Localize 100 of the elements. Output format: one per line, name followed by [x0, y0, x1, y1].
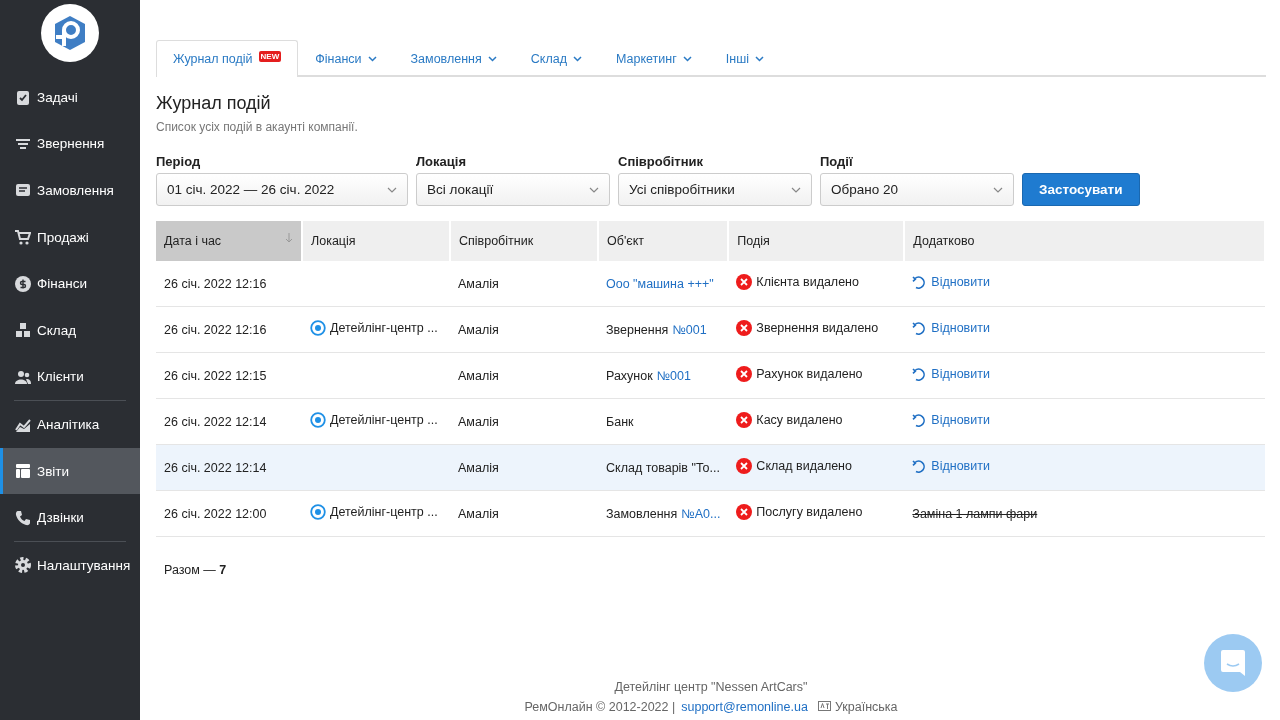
delete-icon: [736, 504, 753, 520]
sidebar-item[interactable]: Звіти: [0, 447, 140, 495]
column-header[interactable]: Дата і час: [156, 221, 302, 261]
undo-icon: [912, 274, 928, 290]
restore-link[interactable]: Відновити: [912, 458, 990, 474]
settings-icon: [15, 557, 31, 574]
event-text: Послугу видалено: [756, 505, 863, 519]
sidebar-item[interactable]: Фінанси: [0, 260, 140, 307]
clipboard-icon: [15, 89, 31, 106]
column-header[interactable]: Локація: [302, 221, 450, 261]
support-email-link[interactable]: support@remonline.ua: [681, 700, 808, 714]
table-cell: 26 січ. 2022 12:14: [156, 444, 302, 491]
sidebar-item[interactable]: Склад: [0, 306, 140, 354]
language-link[interactable]: Українська: [817, 700, 898, 714]
chevron-icon: [387, 186, 397, 193]
location-text: Детейлінг-центр ...: [330, 321, 438, 335]
chevron-icon: [589, 186, 599, 193]
sidebar-item[interactable]: Дзвінки: [0, 494, 140, 541]
object-text: Склад товарів "То...: [606, 460, 720, 475]
table-cell: 26 січ. 2022 12:16: [156, 261, 302, 307]
sidebar-item[interactable]: Аналітика: [0, 401, 140, 448]
object-text: Рахунок: [606, 368, 653, 383]
location-text: Детейлінг-центр ...: [330, 505, 438, 519]
delete-icon: [736, 274, 753, 290]
object-link[interactable]: №А0...: [681, 506, 721, 521]
sidebar-item[interactable]: Звернення: [0, 120, 140, 168]
filter-dropdown[interactable]: Усі співробітники: [618, 173, 812, 206]
page-subtitle: Список усіх подій в акаунті компанії.: [156, 120, 359, 134]
table-cell: 26 січ. 2022 12:15: [156, 352, 302, 399]
cart-icon: [15, 229, 31, 246]
new-badge: NEW: [258, 51, 282, 62]
chevron-icon: [791, 186, 801, 193]
table-cell: Амалія: [450, 261, 598, 307]
undo-icon: [912, 320, 928, 336]
filter-dropdown[interactable]: Обрано 20: [820, 173, 1014, 206]
logo-icon: [41, 4, 99, 62]
event-text: Звернення видалено: [756, 321, 879, 335]
page-title: Журнал подій: [156, 93, 272, 114]
tab[interactable]: Журнал подій NEW: [156, 40, 299, 77]
column-header[interactable]: Подія: [728, 221, 905, 261]
table-cell: 26 січ. 2022 12:14: [156, 398, 302, 445]
restore-link[interactable]: Відновити: [912, 320, 990, 336]
sidebar-item[interactable]: Задачі: [0, 74, 140, 121]
restore-link[interactable]: Відновити: [912, 274, 990, 290]
sidebar-item[interactable]: Замовлення: [0, 167, 140, 214]
filter-label: Локація: [416, 154, 467, 169]
tab[interactable]: Фінанси: [298, 40, 394, 77]
location-icon: [310, 320, 326, 336]
restore-link[interactable]: Відновити: [912, 366, 990, 382]
phone-icon: [15, 509, 31, 526]
location-text: Детейлінг-центр ...: [330, 413, 438, 427]
filter-dropdown[interactable]: Всі локації: [416, 173, 610, 206]
grid-icon: [15, 463, 31, 480]
users-icon: [15, 368, 31, 385]
dollar-icon: [15, 275, 31, 292]
boxes-icon: [15, 322, 31, 339]
table-cell: Амалія: [450, 490, 598, 537]
sort-arrow-icon: [285, 233, 293, 243]
column-header[interactable]: Об'єкт: [598, 221, 729, 261]
undo-icon: [912, 458, 928, 474]
filter-label: Події: [820, 154, 854, 169]
translate-icon: [817, 701, 831, 713]
sidebar-item[interactable]: Налаштування: [0, 541, 140, 589]
object-text: Банк: [606, 414, 634, 429]
table-cell: 26 січ. 2022 12:00: [156, 490, 302, 537]
column-header[interactable]: Співробітник: [450, 221, 598, 261]
tab[interactable]: Інші: [708, 40, 781, 77]
chevron-icon: [993, 186, 1003, 193]
tab[interactable]: Маркетинг: [598, 40, 709, 77]
delete-icon: [736, 458, 753, 474]
apply-button[interactable]: Застосувати: [1022, 173, 1140, 206]
table-cell: 26 січ. 2022 12:16: [156, 306, 302, 353]
delete-icon: [736, 366, 753, 382]
table-cell: Амалія: [450, 398, 598, 445]
column-header[interactable]: Додатково: [904, 221, 1265, 261]
sidebar-item[interactable]: Клієнти: [0, 353, 140, 401]
total-count: Разом — 7: [163, 562, 228, 579]
filter-label: Період: [156, 154, 202, 169]
chat-icon: [1220, 649, 1246, 677]
location-icon: [310, 412, 326, 428]
restore-link[interactable]: Відновити: [912, 412, 990, 428]
sidebar-item[interactable]: Продажі: [0, 213, 140, 261]
table-cell: Амалія: [450, 444, 598, 491]
object-text: Замовлення: [606, 506, 678, 521]
object-link[interactable]: Ооо "машина +++": [606, 276, 714, 291]
filter-dropdown[interactable]: 01 січ. 2022 — 26 січ. 2022: [156, 173, 408, 206]
event-text: Касу видалено: [756, 413, 843, 427]
tab[interactable]: Склад: [513, 40, 599, 77]
inbox-icon: [15, 182, 31, 199]
object-link[interactable]: №001: [656, 368, 691, 383]
location-icon: [310, 504, 326, 520]
event-text: Рахунок видалено: [756, 367, 863, 381]
deleted-service-text: Заміна 1 лампи фари: [912, 506, 1038, 521]
table-cell: Амалія: [450, 352, 598, 399]
tab[interactable]: Замовлення: [393, 40, 514, 77]
undo-icon: [912, 412, 928, 428]
object-link[interactable]: №001: [672, 322, 707, 337]
delete-icon: [736, 320, 753, 336]
filter-label: Співробітник: [618, 154, 705, 169]
table-cell: Амалія: [450, 306, 598, 353]
